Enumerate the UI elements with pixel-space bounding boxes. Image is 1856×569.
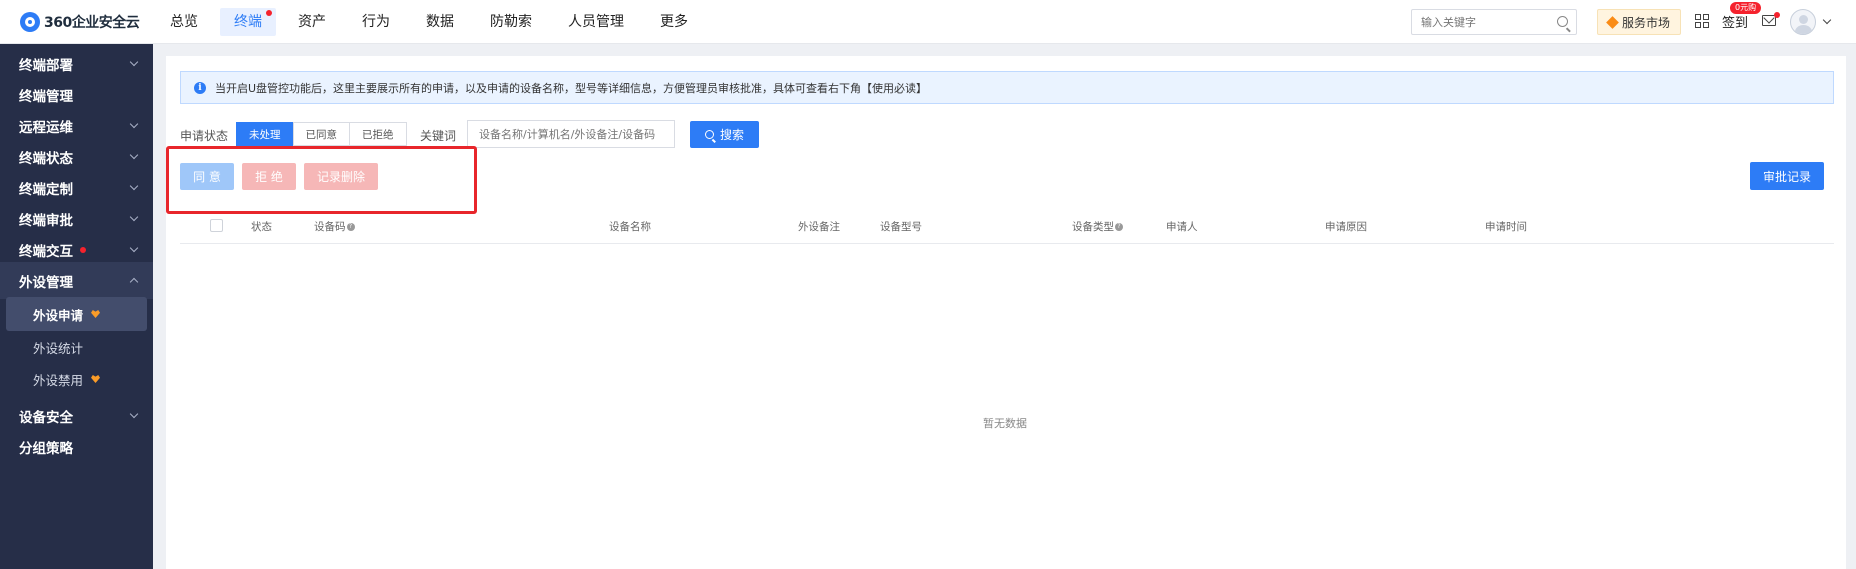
column-header-model: 设备型号 bbox=[880, 221, 922, 233]
status-filter-label: 申请状态 bbox=[180, 129, 229, 143]
column-header-status: 状态 bbox=[251, 221, 272, 233]
column-header-applicant: 申请人 bbox=[1166, 221, 1198, 233]
delete-record-button[interactable]: 记录删除 bbox=[304, 163, 378, 190]
top-navbar: 360企业安全云 总览 终端 资产 行为 数据 防勒索 人员管理 更多 服务市场… bbox=[0, 0, 1856, 44]
chevron-down-icon bbox=[129, 181, 139, 191]
global-search-input[interactable] bbox=[1412, 15, 1552, 29]
sidebar-item-label: 终端状态 bbox=[19, 150, 73, 167]
sidebar-item-label: 终端交互 bbox=[19, 243, 73, 260]
info-notice: i 当开启U盘管控功能后，这里主要展示所有的申请，以及申请的设备名称，型号等详细… bbox=[180, 71, 1834, 104]
coupon-badge: 0元购 bbox=[1730, 2, 1762, 14]
notice-text: 当开启U盘管控功能后，这里主要展示所有的申请，以及申请的设备名称，型号等详细信息… bbox=[215, 81, 928, 95]
chevron-down-icon bbox=[129, 57, 139, 67]
nav-item-people[interactable]: 人员管理 bbox=[554, 8, 638, 36]
sidebar-item-label: 终端管理 bbox=[19, 88, 73, 105]
column-header-remark: 外设备注 bbox=[798, 221, 840, 233]
notification-dot bbox=[80, 246, 86, 253]
search-icon[interactable] bbox=[1557, 16, 1568, 27]
status-option-approved[interactable]: 已同意 bbox=[292, 122, 350, 146]
nav-item-data[interactable]: 数据 bbox=[412, 8, 468, 36]
status-option-rejected[interactable]: 已拒绝 bbox=[349, 122, 407, 146]
service-market-button[interactable]: 服务市场 bbox=[1597, 9, 1681, 35]
agree-button[interactable]: 同 意 bbox=[180, 163, 234, 190]
sidebar-item-label: 远程运维 bbox=[19, 119, 73, 136]
diamond-icon bbox=[1606, 15, 1619, 29]
sidebar-item-group-policy[interactable]: 分组策略 bbox=[0, 428, 153, 465]
sidebar-item-peripheral-management[interactable]: 外设管理 bbox=[0, 262, 153, 299]
keyword-label: 关键词 bbox=[420, 129, 457, 143]
apps-grid-icon[interactable] bbox=[1695, 14, 1709, 28]
sidebar-item-label: 设备安全 bbox=[19, 409, 73, 426]
help-icon[interactable]: ? bbox=[1115, 223, 1123, 231]
avatar[interactable] bbox=[1790, 9, 1816, 35]
sidebar-subitem-peripheral-stats[interactable]: 外设统计 bbox=[0, 330, 153, 364]
nav-item-behavior[interactable]: 行为 bbox=[348, 8, 404, 36]
nav-item-assets[interactable]: 资产 bbox=[284, 8, 340, 36]
nav-item-more[interactable]: 更多 bbox=[646, 8, 702, 36]
info-icon: i bbox=[194, 81, 206, 94]
sidebar-subitem-label: 外设禁用 bbox=[33, 372, 84, 388]
sidebar-subitem-peripheral-request[interactable]: 外设申请 bbox=[6, 297, 147, 331]
column-header-label: 设备码 bbox=[314, 221, 346, 233]
nav-item-label: 终端 bbox=[234, 13, 262, 30]
search-icon bbox=[704, 130, 714, 139]
column-header-label: 设备类型 bbox=[1072, 221, 1114, 233]
sidebar-item-label: 分组策略 bbox=[19, 440, 73, 457]
sidebar-subitem-label: 外设统计 bbox=[33, 340, 84, 356]
select-all-checkbox[interactable] bbox=[210, 219, 223, 232]
chevron-down-icon bbox=[129, 119, 139, 129]
empty-state-text: 暂无数据 bbox=[983, 417, 1027, 430]
approval-record-button[interactable]: 审批记录 bbox=[1750, 162, 1824, 190]
column-header-device-code: 设备码? bbox=[314, 219, 355, 234]
column-header-device-type: 设备类型? bbox=[1072, 219, 1123, 234]
column-header-reason: 申请原因 bbox=[1325, 221, 1367, 233]
notification-dot bbox=[266, 9, 272, 16]
sidebar-item-label: 外设管理 bbox=[19, 274, 73, 291]
logo-icon bbox=[20, 11, 40, 32]
sidebar-subitem-peripheral-disable[interactable]: 外设禁用 bbox=[0, 362, 153, 396]
sidebar-item-label: 终端定制 bbox=[19, 181, 73, 198]
chevron-down-icon bbox=[129, 150, 139, 160]
reject-button[interactable]: 拒 绝 bbox=[242, 163, 296, 190]
column-header-device-name: 设备名称 bbox=[609, 221, 651, 233]
status-option-pending[interactable]: 未处理 bbox=[236, 122, 294, 146]
search-button-label: 搜索 bbox=[719, 128, 744, 142]
table-header: 状态 设备码? 设备名称 外设备注 设备型号 设备类型? 申请人 申请原因 申请… bbox=[180, 206, 1834, 244]
sidebar-item-label: 终端部署 bbox=[19, 57, 73, 74]
nav-item-endpoint[interactable]: 终端 bbox=[220, 7, 276, 36]
brand-logo[interactable]: 360企业安全云 bbox=[20, 11, 148, 32]
chevron-down-icon bbox=[129, 243, 139, 253]
brand-name: 360企业安全云 bbox=[44, 14, 140, 31]
chevron-down-icon[interactable] bbox=[1822, 15, 1832, 25]
sidebar-subitem-label: 外设申请 bbox=[33, 307, 84, 323]
signin-button[interactable]: 签到 bbox=[1722, 12, 1748, 31]
nav-item-overview[interactable]: 总览 bbox=[156, 8, 212, 36]
search-button[interactable]: 搜索 bbox=[690, 121, 759, 148]
sidebar: 终端部署 终端管理 远程运维 终端状态 终端定制 终端审批 终端交互 外设管理 … bbox=[0, 44, 153, 569]
chevron-down-icon bbox=[129, 212, 139, 222]
keyword-input[interactable] bbox=[467, 120, 675, 148]
vip-icon bbox=[91, 310, 101, 318]
nav-item-anti-ransomware[interactable]: 防勒索 bbox=[476, 8, 546, 36]
main-nav: 总览 终端 资产 行为 数据 防勒索 人员管理 更多 bbox=[156, 0, 710, 44]
vip-icon bbox=[91, 375, 101, 383]
status-filter: 未处理 已同意 已拒绝 bbox=[236, 122, 407, 146]
mail-notification-dot bbox=[1774, 12, 1780, 18]
global-search bbox=[1411, 9, 1577, 35]
help-icon[interactable]: ? bbox=[346, 223, 355, 231]
chevron-up-icon bbox=[129, 277, 139, 287]
service-market-label: 服务市场 bbox=[1621, 15, 1670, 30]
column-header-time: 申请时间 bbox=[1485, 221, 1527, 233]
chevron-down-icon bbox=[129, 409, 139, 419]
sidebar-item-label: 终端审批 bbox=[19, 212, 73, 229]
main-content: i 当开启U盘管控功能后，这里主要展示所有的申请，以及申请的设备名称，型号等详细… bbox=[166, 56, 1846, 569]
